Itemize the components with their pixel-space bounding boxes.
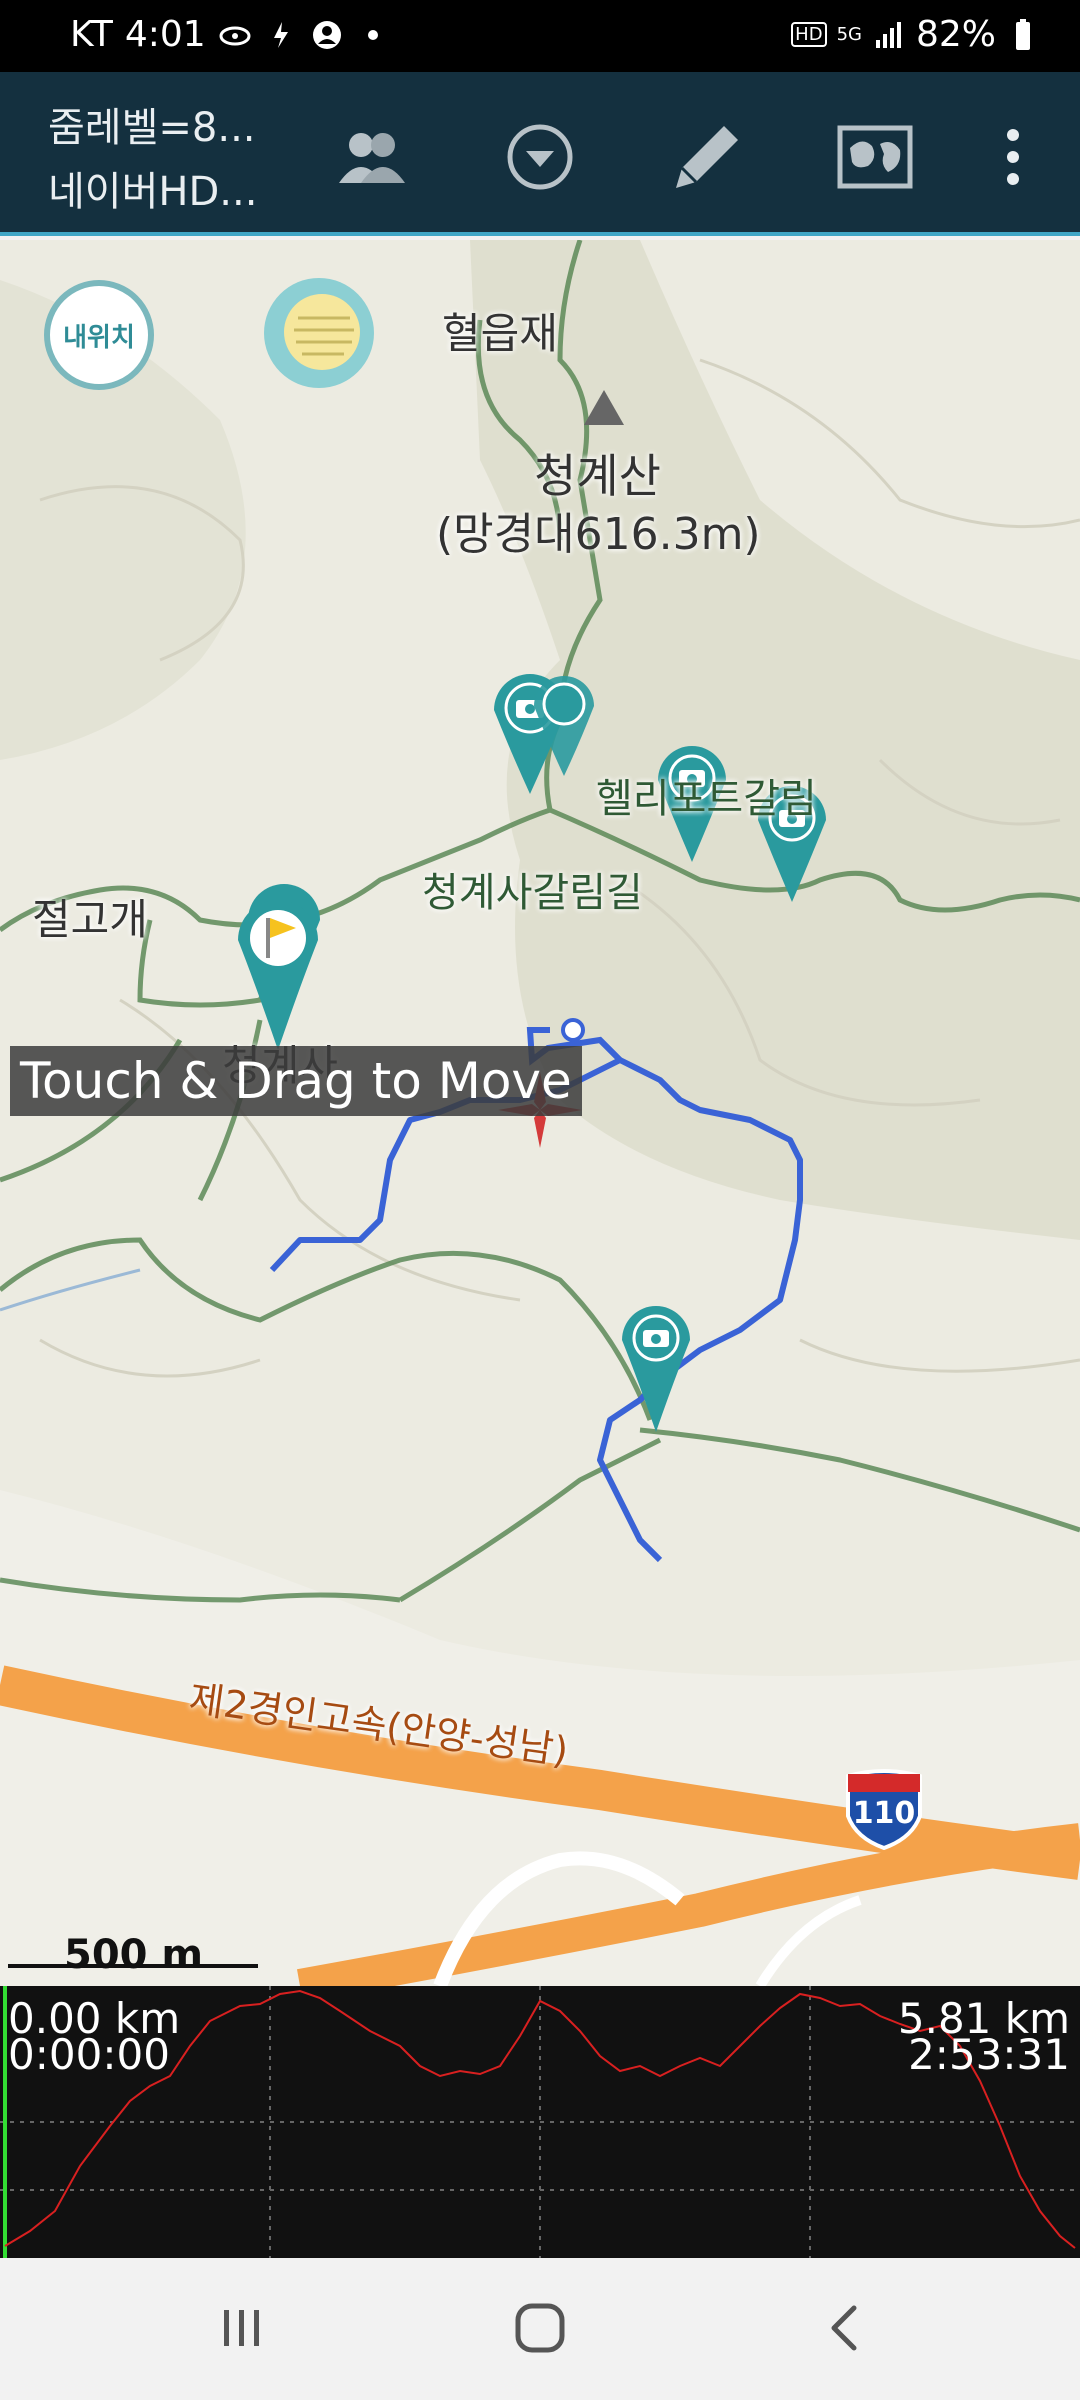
dropdown-circle-icon <box>507 124 573 190</box>
account-icon <box>312 20 341 49</box>
label-heliport: 헬리포트갈림 <box>596 776 817 822</box>
dropdown-button[interactable] <box>495 112 585 202</box>
recent-apps-icon <box>224 2310 259 2346</box>
edit-button[interactable] <box>662 112 752 202</box>
more-button[interactable] <box>968 112 1058 202</box>
start-flag-marker <box>238 900 318 1050</box>
route-shield: 110 <box>842 1766 926 1850</box>
label-pass-top: 혈읍재 <box>442 309 558 358</box>
profile-end-time: 2:53:31 <box>908 2030 1070 2079</box>
app-toolbar: 줌레벨=8... 네이버HD... <box>0 72 1080 236</box>
privacy-icon <box>219 26 251 45</box>
scale-bar: 500 m <box>8 1932 258 1978</box>
signal-lightning-icon <box>273 21 288 48</box>
dot-icon <box>367 29 378 40</box>
title-zoom-level: 줌레벨=8... <box>48 105 256 151</box>
more-vert-icon <box>1007 129 1019 185</box>
label-trail: 청계사갈림길 <box>422 870 643 916</box>
route-shield-number: 110 <box>852 1796 916 1831</box>
label-mountain-peak: (망경대616.3m) <box>436 509 761 560</box>
network-badge: 5G <box>836 24 862 45</box>
battery-icon <box>1016 18 1030 50</box>
toolbar-title[interactable]: 줌레벨=8... 네이버HD... <box>48 96 257 224</box>
status-right: HD 5G 82% <box>791 14 1040 55</box>
label-pass-left: 절고개 <box>32 895 148 944</box>
scale-label: 500 m <box>64 1932 204 1978</box>
elevation-profile[interactable]: 0.00 km 0:00:00 5.81 km 2:53:31 <box>0 1986 1080 2258</box>
status-bar: KT 4:01 HD 5G 82% <box>0 0 1080 72</box>
scale-line <box>8 1964 258 1968</box>
carrier-label: KT <box>70 14 113 55</box>
note-sun-icon <box>284 294 360 370</box>
battery-percent: 82% <box>915 14 996 55</box>
status-left: KT 4:01 <box>70 14 390 55</box>
back-icon <box>831 2305 857 2351</box>
map-layer-icon <box>837 125 913 189</box>
map-layer-button[interactable] <box>830 112 920 202</box>
back-button[interactable] <box>806 2288 886 2368</box>
map-view[interactable]: 내위치 혈읍재 청계산 (망경대616.3m) 헬리포트갈림 청계사갈림길 절고… <box>0 240 1080 1986</box>
drag-hint-banner: Touch & Drag to Move <box>10 1046 582 1116</box>
group-icon <box>339 133 405 183</box>
home-icon <box>515 2303 565 2353</box>
pencil-icon <box>676 126 738 188</box>
photo-marker-5 <box>622 1306 690 1432</box>
system-nav-bar <box>0 2258 1080 2400</box>
clock: 4:01 <box>124 14 206 55</box>
title-map-source: 네이버HD... <box>48 169 258 215</box>
recent-apps-button[interactable] <box>202 2288 282 2368</box>
signal-icon <box>875 21 901 48</box>
hd-badge: HD <box>791 22 827 47</box>
profile-start-time: 0:00:00 <box>8 2030 170 2079</box>
group-button[interactable] <box>326 112 416 202</box>
notes-button[interactable] <box>264 278 374 388</box>
label-mountain-name: 청계산 <box>534 449 661 503</box>
home-button[interactable] <box>500 2288 580 2368</box>
my-location-button[interactable]: 내위치 <box>44 280 154 390</box>
my-location-label: 내위치 <box>63 322 135 353</box>
